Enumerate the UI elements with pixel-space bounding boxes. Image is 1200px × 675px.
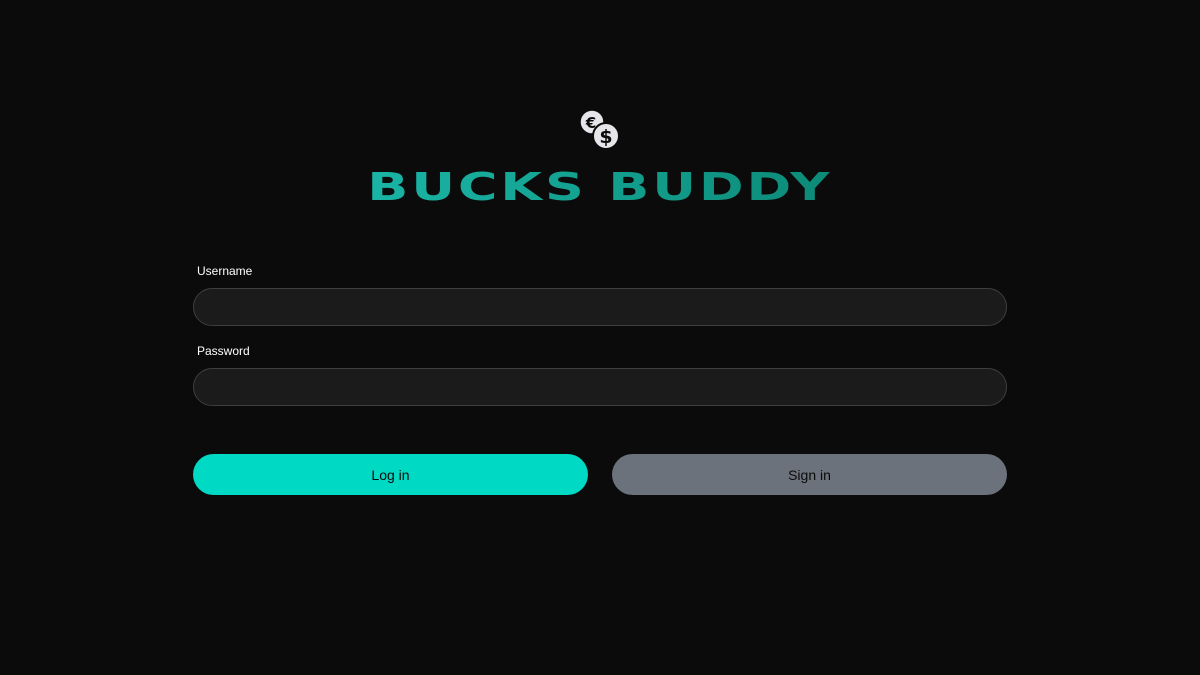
app-title-text: BUCKS BUDDY bbox=[367, 165, 833, 209]
username-input[interactable] bbox=[193, 288, 1007, 326]
svg-text:$: $ bbox=[599, 126, 612, 148]
password-label: Password bbox=[197, 344, 250, 358]
signin-button[interactable]: Sign in bbox=[612, 454, 1007, 495]
login-button[interactable]: Log in bbox=[193, 454, 588, 495]
username-label: Username bbox=[197, 264, 253, 278]
app-title: BUCKS BUDDY bbox=[0, 164, 1200, 210]
login-page: € $ BUCKS BUDDY Username Password Log in… bbox=[0, 0, 1200, 675]
coins-logo-icon: € $ bbox=[578, 108, 622, 152]
password-input[interactable] bbox=[193, 368, 1007, 406]
